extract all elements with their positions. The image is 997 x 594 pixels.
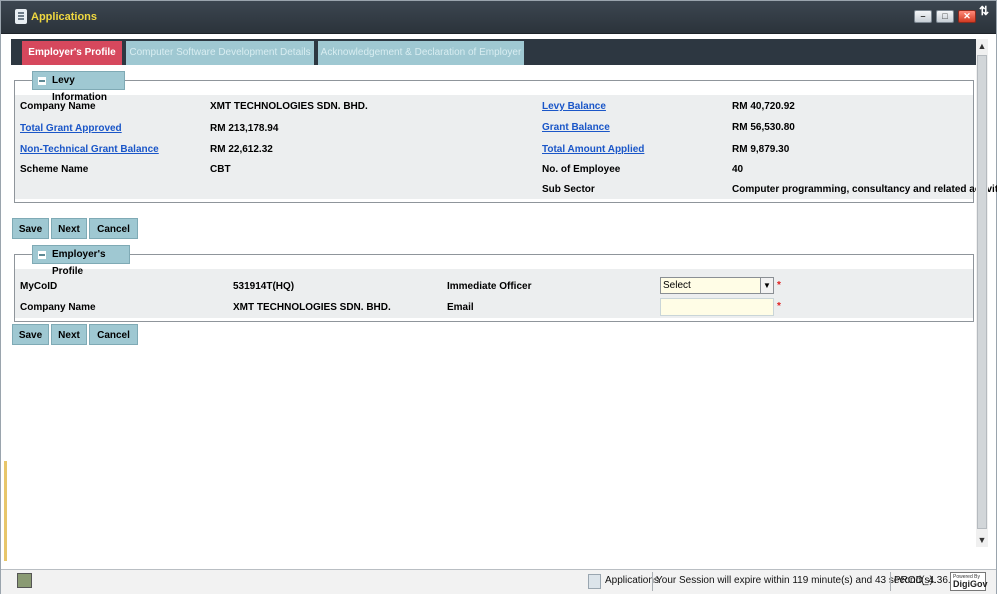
cancel-button[interactable]: Cancel <box>89 218 138 239</box>
sub-sector-label: Sub Sector <box>542 184 595 195</box>
scrollbar-thumb[interactable] <box>977 55 987 529</box>
maximize-icon: □ <box>942 11 948 21</box>
tab-computer-software-development-details[interactable]: Computer Software Development Details <box>126 41 314 65</box>
immediate-officer-required-mark: * <box>777 280 781 291</box>
no-of-employee-label: No. of Employee <box>542 164 621 175</box>
save-button[interactable]: Save <box>12 324 49 345</box>
profile-company-name-value: XMT TECHNOLOGIES SDN. BHD. <box>233 302 391 313</box>
tab-acknowledgement-declaration[interactable]: Acknowledgement & Declaration of Employe… <box>318 41 524 65</box>
scroll-down-icon[interactable]: ▼ <box>976 533 988 547</box>
digigov-logo: Powered By DigiGov <box>950 572 988 591</box>
divider <box>652 572 653 591</box>
close-button[interactable]: ✕ <box>958 10 976 23</box>
levy-balance-value: RM 40,720.92 <box>732 101 795 112</box>
levy-information-title: Levy Information <box>52 75 107 103</box>
save-button[interactable]: Save <box>12 218 49 239</box>
cancel-button[interactable]: Cancel <box>89 324 138 345</box>
application-icon <box>15 9 27 24</box>
mycoid-label: MyCoID <box>20 281 58 292</box>
minimize-button[interactable]: – <box>914 10 932 23</box>
scroll-up-icon[interactable]: ▲ <box>976 39 988 53</box>
tab-bar: Employer's Profile Computer Software Dev… <box>11 39 977 65</box>
mycoid-value: 531914T(HQ) <box>233 281 295 292</box>
no-of-employee-value: 40 <box>732 164 744 175</box>
email-label: Email <box>447 302 474 313</box>
employers-profile-panel: MyCoID 531914T(HQ) Immediate Officer Com… <box>14 254 974 322</box>
version-label: PROD_4.36.0 <box>894 575 957 586</box>
title-bar: Applications – □ ✕ ⇅ <box>1 1 996 34</box>
total-amount-applied-link[interactable]: Total Amount Applied <box>542 144 644 155</box>
applications-taskbar-label[interactable]: Applications <box>605 575 659 586</box>
levy-balance-link[interactable]: Levy Balance <box>542 101 606 112</box>
total-amount-applied-value: RM 9,879.30 <box>732 144 790 155</box>
profile-row-background <box>15 269 973 318</box>
levy-information-panel: Company Name XMT TECHNOLOGIES SDN. BHD. … <box>14 80 997 203</box>
tab-employers-profile[interactable]: Employer's Profile <box>22 41 122 65</box>
applications-icon[interactable] <box>588 574 601 589</box>
non-technical-grant-balance-value: RM 22,612.32 <box>210 144 273 155</box>
immediate-officer-select[interactable]: Select ▼ <box>660 277 774 294</box>
resize-arrows-icon[interactable]: ⇅ <box>979 4 989 18</box>
non-technical-grant-balance-link[interactable]: Non-Technical Grant Balance <box>20 144 159 155</box>
vertical-scrollbar[interactable]: ▲ ▼ <box>976 39 988 547</box>
minimize-icon: – <box>920 11 926 21</box>
next-button[interactable]: Next <box>51 324 87 345</box>
company-name-value: XMT TECHNOLOGIES SDN. BHD. <box>210 101 368 112</box>
scheme-name-label: Scheme Name <box>20 164 89 175</box>
desktop-icon[interactable] <box>17 573 32 588</box>
email-required-mark: * <box>777 301 781 312</box>
application-window: Applications – □ ✕ ⇅ Employer's Profile … <box>0 0 997 594</box>
levy-information-legend[interactable]: Levy Information <box>32 71 125 103</box>
employers-profile-legend[interactable]: Employer's Profile <box>32 245 130 277</box>
left-edge-strip <box>4 461 7 561</box>
total-grant-approved-value: RM 213,178.94 <box>210 123 279 134</box>
window-title: Applications <box>31 11 98 23</box>
immediate-officer-label: Immediate Officer <box>447 281 532 292</box>
logo-digigov: DigiGov <box>953 579 988 589</box>
chevron-down-icon[interactable]: ▼ <box>760 278 773 293</box>
next-button[interactable]: Next <box>51 218 87 239</box>
immediate-officer-selected-value: Select <box>663 280 691 291</box>
profile-company-name-label: Company Name <box>20 302 96 313</box>
maximize-button[interactable]: □ <box>936 10 954 23</box>
divider <box>890 572 891 591</box>
status-bar: Applications Your Session will expire wi… <box>1 569 996 594</box>
grant-balance-link[interactable]: Grant Balance <box>542 122 610 133</box>
collapse-icon[interactable] <box>38 77 46 85</box>
email-field[interactable] <box>660 298 774 316</box>
close-icon: ✕ <box>963 11 971 21</box>
sub-sector-value: Computer programming, consultancy and re… <box>732 184 997 195</box>
collapse-icon[interactable] <box>38 251 46 259</box>
grant-balance-value: RM 56,530.80 <box>732 122 795 133</box>
scheme-name-value: CBT <box>210 164 231 175</box>
total-grant-approved-link[interactable]: Total Grant Approved <box>20 123 122 134</box>
